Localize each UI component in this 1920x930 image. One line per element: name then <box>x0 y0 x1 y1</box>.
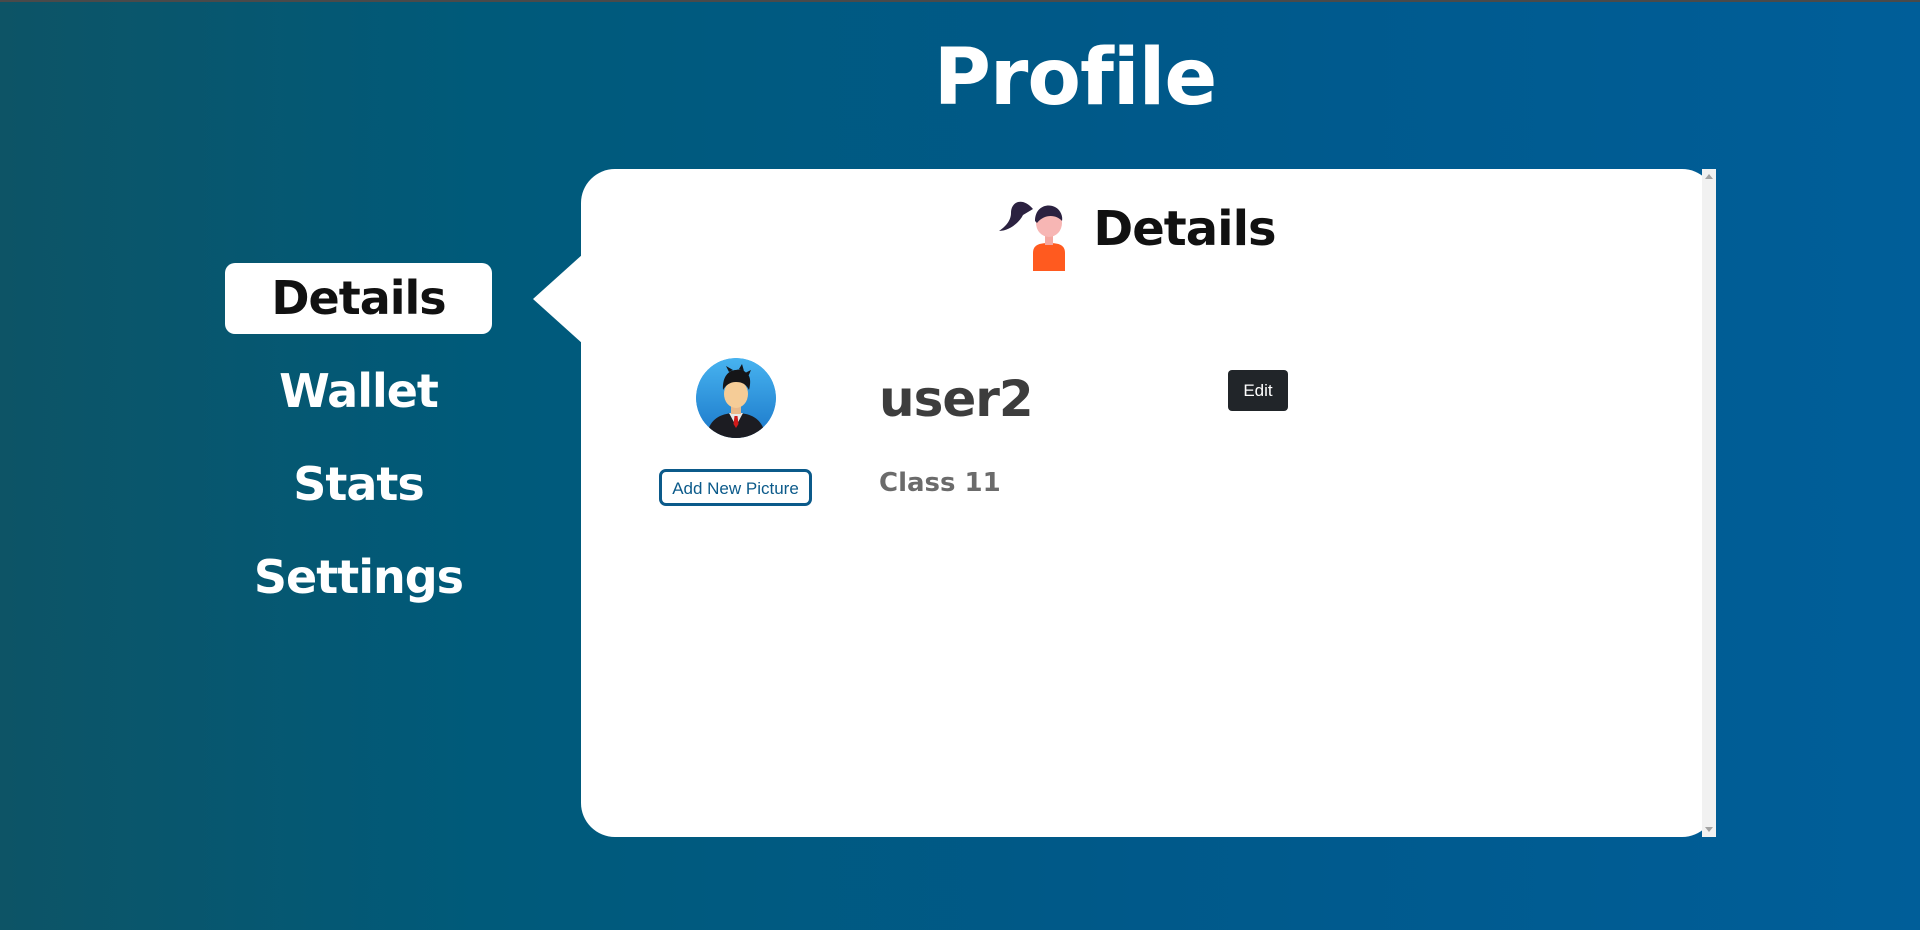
profile-sidebar: Details Wallet Stats Settings <box>225 263 492 635</box>
panel-scrollbar[interactable] <box>1702 169 1716 837</box>
scroll-down-icon[interactable] <box>1705 827 1713 832</box>
window-top-border <box>0 0 1920 2</box>
sidebar-item-wallet[interactable]: Wallet <box>225 356 492 427</box>
username: user2 <box>879 370 1034 428</box>
scroll-up-icon[interactable] <box>1705 174 1713 179</box>
details-header: Details <box>581 187 1716 277</box>
sidebar-item-stats[interactable]: Stats <box>225 449 492 520</box>
details-title: Details <box>1093 201 1276 257</box>
page-title: Profile <box>933 33 1218 123</box>
details-panel: Details Add New Picture user2 Class 11 E… <box>581 169 1716 837</box>
active-tab-pointer <box>533 254 583 344</box>
sidebar-item-settings[interactable]: Settings <box>225 542 492 613</box>
edit-button[interactable]: Edit <box>1228 370 1288 411</box>
user-avatar-icon <box>696 358 776 438</box>
sidebar-item-details[interactable]: Details <box>225 263 492 334</box>
class-label: Class 11 <box>879 468 1001 498</box>
user-ponytail-icon <box>997 187 1083 271</box>
add-picture-button[interactable]: Add New Picture <box>659 469 812 506</box>
